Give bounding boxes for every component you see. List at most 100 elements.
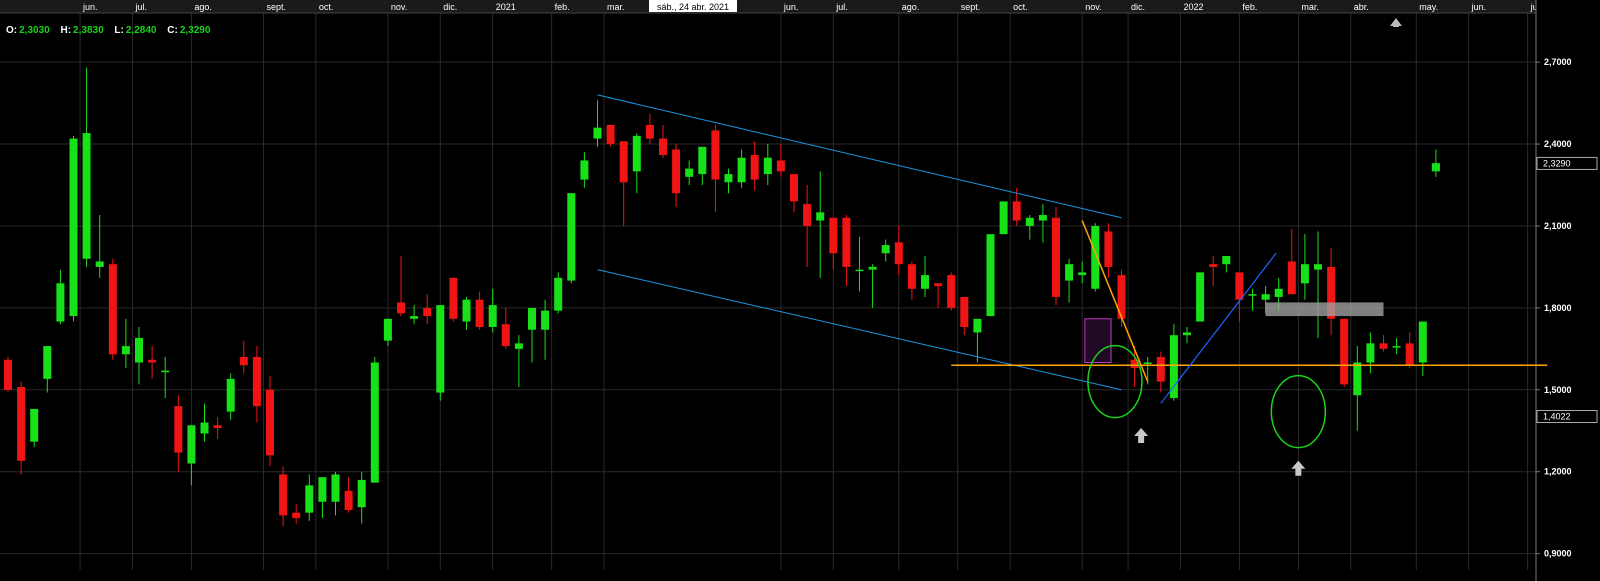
low-value: 2,2840 [125, 25, 157, 36]
candle[interactable] [69, 135, 78, 322]
candle-body [1012, 201, 1021, 221]
candle-body [567, 193, 576, 281]
candle-body [580, 160, 589, 180]
candle-body [423, 307, 432, 317]
candle[interactable] [1340, 318, 1349, 388]
candle[interactable] [370, 357, 379, 483]
candle[interactable] [4, 357, 12, 393]
candle-body [266, 389, 274, 456]
candle-body [1248, 294, 1257, 296]
candle-body [1078, 272, 1087, 276]
y-tick-label: 0,9000 [1544, 549, 1572, 559]
candle-body [239, 357, 248, 366]
candle-body [95, 261, 104, 267]
candle-body [1169, 335, 1178, 398]
candle-body [449, 277, 458, 319]
candle-body [1052, 217, 1060, 297]
candle-body [462, 299, 471, 322]
candle-body [711, 130, 720, 180]
candle-body [1091, 225, 1100, 289]
candle[interactable] [1091, 223, 1100, 292]
candle-body [1405, 343, 1414, 366]
candle-body [1025, 217, 1034, 226]
candle-body [1379, 343, 1388, 349]
candle-body [1038, 215, 1047, 221]
candle-body [881, 245, 890, 254]
candle-body [907, 264, 916, 289]
candle[interactable] [30, 408, 39, 448]
candle-body [318, 477, 327, 502]
ohlc-readout: O: 2,3030 H: 2,3830 L: 2,2840 C: 2,3290 [6, 25, 218, 36]
candle-body [776, 160, 785, 172]
resistance-box [1265, 302, 1384, 317]
candle[interactable] [1196, 272, 1205, 322]
candle-body [344, 490, 353, 510]
candle-body [1156, 357, 1165, 382]
candle-body [632, 135, 641, 172]
y-tick-label: 1,5000 [1544, 385, 1572, 395]
candle-body [279, 474, 288, 516]
candle-body [1261, 294, 1270, 300]
candle-body [973, 318, 982, 333]
candle-body [148, 359, 157, 363]
candle[interactable] [554, 272, 563, 314]
open-label: O: [6, 25, 18, 36]
candle-body [1431, 163, 1440, 172]
candle-body [383, 318, 392, 341]
x-tick-label: dic. [1131, 2, 1145, 12]
x-tick-label: dic. [443, 2, 457, 12]
candle-body [475, 299, 484, 327]
candle-body [135, 337, 143, 363]
x-tick-label: jun. [82, 2, 98, 12]
candle-body [1222, 256, 1231, 265]
candle-body [1392, 346, 1401, 348]
candle-body [292, 512, 301, 519]
candle-body [410, 316, 419, 319]
x-tick-label: ago. [194, 2, 212, 12]
hover-date-label: sáb., 24 abr. 2021 [649, 0, 737, 12]
candle-body [1366, 343, 1375, 363]
candle-body [187, 425, 196, 464]
last-price-tag-text: 2,3290 [1543, 158, 1571, 168]
x-tick-label: 2021 [496, 2, 516, 12]
candle-body [829, 217, 838, 254]
candle-body [986, 234, 995, 317]
candle-body [790, 174, 798, 202]
x-axis: jun. jul. ago. sept. oct. nov. dic. 2021 feb. mar… [0, 0, 1600, 14]
candle[interactable] [1052, 206, 1060, 306]
candle[interactable] [606, 124, 615, 147]
candle-body [868, 266, 877, 270]
candle[interactable] [17, 381, 26, 475]
x-tick-label: abr. [1354, 2, 1369, 12]
candle[interactable] [108, 258, 117, 360]
y-tick-label: 1,8000 [1544, 303, 1572, 313]
close-label: C: [167, 25, 178, 36]
candle-body [82, 133, 91, 259]
candle[interactable] [567, 193, 576, 284]
candle-body [1209, 264, 1218, 267]
price-chart[interactable]: jun. jul. ago. sept. oct. nov. dic. 2021 feb. mar… [0, 0, 1600, 581]
y-tick-label: 2,7000 [1544, 57, 1572, 67]
candle-body [252, 357, 261, 407]
candle-body [436, 305, 445, 393]
purple-box [1084, 318, 1112, 363]
x-tick-label: oct. [319, 2, 334, 12]
candle-body [17, 387, 26, 461]
candle[interactable] [999, 201, 1008, 235]
candle-body [121, 346, 130, 355]
candle-body [541, 310, 550, 330]
candle-body [593, 127, 602, 139]
candle-body [1353, 362, 1362, 396]
x-tick-label: ago. [902, 2, 920, 12]
x-tick-label: jul. [134, 2, 147, 12]
candle-body [1183, 332, 1191, 336]
candle[interactable] [449, 277, 458, 322]
candle[interactable] [986, 234, 995, 317]
candle[interactable] [436, 305, 445, 401]
candle-body [947, 275, 956, 308]
x-tick-label: jun. [1471, 2, 1487, 12]
candle-body [1274, 288, 1283, 297]
candle-body [56, 283, 65, 322]
candle[interactable] [947, 272, 956, 311]
x-tick-label: feb. [555, 2, 570, 12]
